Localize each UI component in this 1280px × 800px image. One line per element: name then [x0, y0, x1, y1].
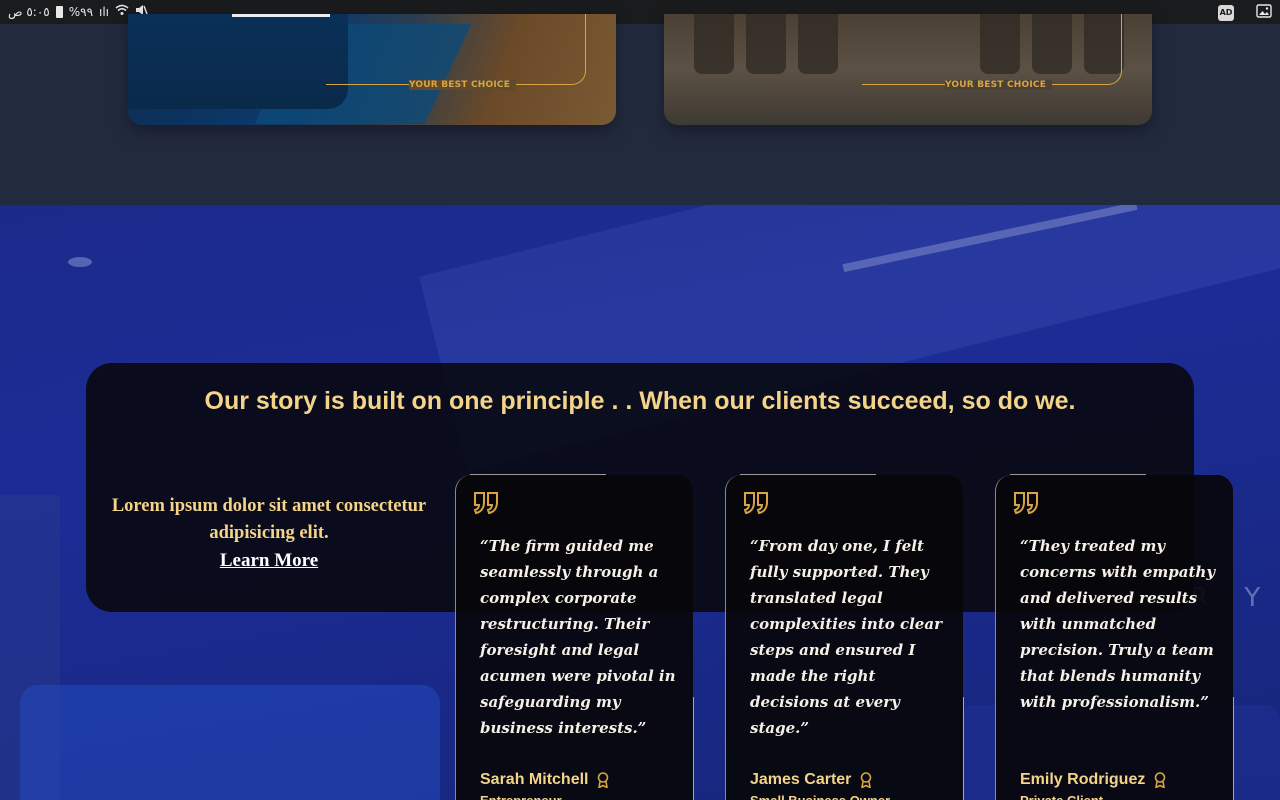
author-role: Small Business Owner [750, 793, 890, 800]
testimonial-author: Emily Rodriguez [1020, 771, 1167, 789]
testimonial-author: James Carter [750, 771, 873, 789]
card-underline [232, 14, 330, 17]
testimonial-card: “The firm guided me seamlessly through a… [455, 474, 694, 800]
author-name: James Carter [750, 771, 852, 788]
quote-icon [473, 492, 498, 515]
card-image-chair [694, 14, 734, 74]
testimonial-quote: “The firm guided me seamlessly through a… [480, 537, 676, 737]
quote-icon [1013, 492, 1038, 515]
battery-icon [55, 5, 63, 18]
featured-card-right[interactable]: YOUR BEST CHOICE [664, 14, 1152, 125]
testimonials-section: R Y Our story is built on one principle … [0, 205, 1280, 800]
author-name: Emily Rodriguez [1020, 771, 1146, 788]
card-frame-line [326, 14, 586, 85]
award-icon [1155, 772, 1166, 788]
award-icon [861, 772, 872, 788]
testimonial-quote: “They treated my concerns with empathy a… [1020, 537, 1216, 711]
card-image-chair [746, 14, 786, 74]
learn-more-link[interactable]: Learn More [86, 547, 452, 574]
author-role: Entrepreneur [480, 793, 562, 800]
signal-icon: ılı [99, 4, 110, 19]
wifi-icon [115, 4, 129, 19]
card-image-sofa [128, 14, 348, 109]
testimonial-author: Sarah Mitchell [480, 771, 610, 789]
featured-card-left[interactable]: YOUR BEST CHOICE [128, 14, 616, 125]
testimonial-card: “From day one, I felt fully supported. T… [725, 474, 964, 800]
author-name: Sarah Mitchell [480, 771, 589, 788]
story-heading: Our story is built on one principle . . … [204, 387, 1076, 415]
card-image-chair [798, 14, 838, 74]
status-time: ٥:٠٥ ص [8, 4, 50, 19]
background-sofa [20, 685, 440, 800]
author-role: Private Client [1020, 793, 1103, 800]
background-ceiling-light [68, 257, 92, 267]
quote-icon [743, 492, 768, 515]
card-tag: YOUR BEST CHOICE [945, 80, 1053, 90]
award-icon [598, 772, 609, 788]
ad-block-icon[interactable]: AD [1218, 4, 1234, 21]
card-tag: YOUR BEST CHOICE [409, 80, 517, 90]
card-frame-line [862, 14, 1122, 85]
testimonial-card: “They treated my concerns with empathy a… [995, 474, 1234, 800]
battery-percent: %٩٩ [68, 4, 94, 19]
gallery-icon[interactable] [1256, 3, 1272, 22]
story-blurb: Lorem ipsum dolor sit amet consectetur a… [86, 493, 452, 574]
testimonial-quote: “From day one, I felt fully supported. T… [750, 537, 942, 737]
story-blurb-text: Lorem ipsum dolor sit amet consectetur a… [111, 496, 427, 543]
featured-cards-section: YOUR BEST CHOICE YOUR BEST CHOICE [0, 14, 1280, 205]
